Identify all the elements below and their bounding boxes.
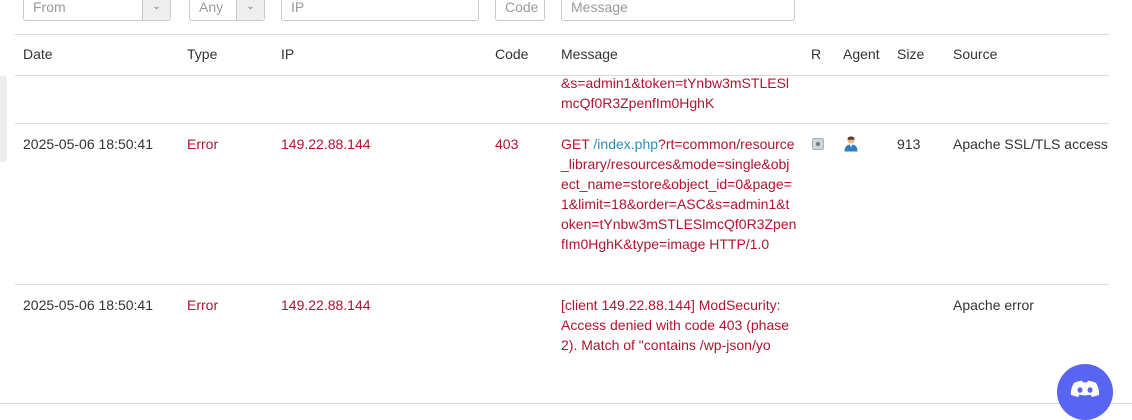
column-header-size[interactable]: Size <box>897 46 924 62</box>
table-bottom-border <box>0 403 1132 404</box>
user-agent-icon[interactable] <box>843 135 859 152</box>
discord-icon <box>1057 380 1113 408</box>
column-header-code[interactable]: Code <box>495 46 528 62</box>
column-header-r[interactable]: R <box>811 46 821 62</box>
from-date-filter[interactable]: From ⌄ <box>23 0 171 21</box>
date-cell: 2025-05-06 18:50:41 <box>23 136 153 152</box>
log-table-header: Date Type IP Code Message R Agent Size S… <box>15 34 1109 76</box>
status-icon[interactable] <box>812 138 824 150</box>
message-cell: [client 149.22.88.144] ModSecurity: Acce… <box>561 297 790 353</box>
table-row[interactable]: 2025-05-06 18:50:41 Error 149.22.88.144 … <box>15 285 1109 403</box>
message-cell: &s=admin1&token=tYnbw3mSTLESlmcQf0R3Zpen… <box>561 75 790 111</box>
discord-chat-button[interactable] <box>1057 364 1113 420</box>
column-header-type[interactable]: Type <box>187 46 217 62</box>
source-cell: Apache SSL/TLS access <box>953 136 1108 152</box>
source-cell: Apache error <box>953 297 1034 313</box>
message-query: ?rt=common/resource_library/resources&mo… <box>561 136 797 252</box>
message-cell: GET /index.php?rt=common/resource_librar… <box>561 134 797 254</box>
column-header-source[interactable]: Source <box>953 46 997 62</box>
ip-filter-placeholder: IP <box>291 0 305 15</box>
code-cell: 403 <box>495 136 519 152</box>
ip-cell: 149.22.88.144 <box>281 297 371 313</box>
table-row[interactable]: 2025-05-06 18:50:41 Error 149.22.88.144 … <box>15 124 1109 285</box>
message-path-link[interactable]: /index.php <box>593 136 658 152</box>
side-panel-handle[interactable] <box>0 76 7 162</box>
ip-filter-input[interactable]: IP <box>281 0 479 21</box>
table-row[interactable]: &s=admin1&token=tYnbw3mSTLESlmcQf0R3Zpen… <box>15 75 1109 124</box>
column-header-date[interactable]: Date <box>23 46 53 62</box>
type-filter-value: Any <box>199 0 224 15</box>
message-filter-placeholder: Message <box>571 0 628 15</box>
column-header-agent[interactable]: Agent <box>843 46 880 62</box>
from-date-placeholder: From <box>33 0 66 15</box>
code-filter-input[interactable]: Code <box>495 0 545 21</box>
chevron-down-icon[interactable]: ⌄ <box>236 0 264 20</box>
ip-cell: 149.22.88.144 <box>281 136 371 152</box>
date-cell: 2025-05-06 18:50:41 <box>23 297 153 313</box>
message-filter-input[interactable]: Message <box>561 0 795 21</box>
size-cell: 913 <box>897 136 921 152</box>
message-method: GET <box>561 136 594 152</box>
type-cell: Error <box>187 136 219 152</box>
chevron-down-icon[interactable]: ⌄ <box>142 0 170 20</box>
column-header-message[interactable]: Message <box>561 46 618 62</box>
filter-bar: From ⌄ Any ⌄ IP Code Message <box>0 0 1132 30</box>
column-header-ip[interactable]: IP <box>281 46 294 62</box>
type-filter-select[interactable]: Any ⌄ <box>189 0 265 21</box>
code-filter-placeholder: Code <box>505 0 539 15</box>
type-cell: Error <box>187 297 219 313</box>
